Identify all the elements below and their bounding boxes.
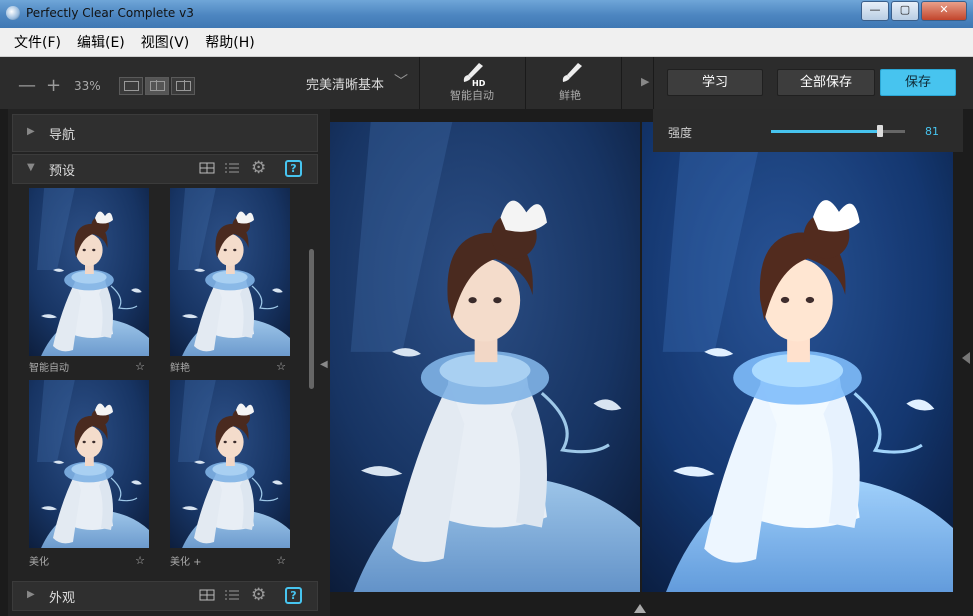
preset-label: 鲜艳 <box>170 363 190 374</box>
preset-label: 美化 <box>29 557 49 568</box>
toolbar-divider <box>419 57 420 109</box>
section-title: 导航 <box>49 128 76 143</box>
strength-value: 81 <box>925 125 939 138</box>
menu-edit[interactable]: 编辑(E) <box>77 32 125 52</box>
star-icon[interactable]: ☆ <box>135 554 145 567</box>
presets-section[interactable]: ▼ 预设 ⚙ ? <box>12 154 318 184</box>
brush-icon <box>557 61 583 87</box>
preset-caption: 鲜艳 ☆ <box>170 359 290 377</box>
menu-bar: 文件(F) 编辑(E) 视图(V) 帮助(H) <box>0 28 973 57</box>
collapse-right-icon[interactable] <box>962 352 970 364</box>
zoom-in-button[interactable]: + <box>46 75 61 96</box>
panel-scrollbar[interactable] <box>309 249 314 389</box>
tool-label: 鲜艳 <box>559 89 581 102</box>
preset-caption: 美化 + ☆ <box>170 553 290 571</box>
zoom-out-button[interactable]: — <box>18 75 36 96</box>
zoom-controls: — + 33% <box>18 75 195 96</box>
single-view-button[interactable] <box>118 76 143 95</box>
help-icon[interactable]: ? <box>285 160 303 178</box>
collapse-bottom-icon[interactable] <box>634 604 646 613</box>
tool-vivid[interactable]: 鲜艳 <box>535 61 605 103</box>
window-title: Perfectly Clear Complete v3 <box>26 6 194 20</box>
maximize-button[interactable]: ▢ <box>891 1 919 21</box>
chevron-right-icon[interactable]: ▶ <box>641 75 649 88</box>
learn-button[interactable]: 学习 <box>667 69 763 96</box>
gear-icon[interactable]: ⚙ <box>251 585 269 605</box>
list-view-icon[interactable] <box>224 587 242 605</box>
preset-thumbnail[interactable] <box>170 188 290 356</box>
menu-file[interactable]: 文件(F) <box>14 32 61 52</box>
toolbar: — + 33% 完美清晰基本 ﹀ HD 智能自动 鲜艳 ▶ 学习 全部保存 保存 <box>0 57 973 109</box>
chevron-down-icon[interactable]: ﹀ <box>394 71 408 91</box>
preset-caption: 美化 ☆ <box>29 553 149 571</box>
help-icon[interactable]: ? <box>285 587 303 605</box>
brush-hd-icon: HD <box>459 61 486 88</box>
star-icon[interactable]: ☆ <box>276 360 286 373</box>
corrected-image[interactable] <box>642 122 953 592</box>
minimize-button[interactable]: — <box>861 1 889 21</box>
preset-label: 智能自动 <box>29 363 69 374</box>
split-view-button[interactable] <box>170 76 195 95</box>
collapse-left-icon[interactable]: ◀ <box>320 359 328 370</box>
left-panel: ▶ 导航 ▼ 预设 ⚙ ? 智能自动 ☆ 鲜艳 ☆ 美化 ☆ 美化 + ☆ ◀ … <box>0 109 330 616</box>
image-compare-area <box>330 109 973 616</box>
toolbar-divider <box>653 57 654 109</box>
preset-dropdown[interactable]: 完美清晰基本 <box>306 74 384 93</box>
app-icon <box>6 6 20 20</box>
original-image[interactable] <box>330 122 640 592</box>
tool-label: 智能自动 <box>450 89 494 102</box>
save-all-button[interactable]: 全部保存 <box>777 69 875 96</box>
preset-label: 美化 + <box>170 557 202 568</box>
appearance-section[interactable]: ▶ 外观 ⚙ ? <box>12 581 318 611</box>
strength-label: 强度 <box>668 126 693 140</box>
grid-view-icon[interactable] <box>199 587 217 605</box>
close-button[interactable]: ✕ <box>921 1 967 21</box>
chevron-right-icon: ▶ <box>27 589 35 600</box>
chevron-right-icon: ▶ <box>27 126 35 137</box>
preset-caption: 智能自动 ☆ <box>29 359 149 377</box>
menu-help[interactable]: 帮助(H) <box>205 32 254 52</box>
star-icon[interactable]: ☆ <box>276 554 286 567</box>
strength-control: 强度 81 <box>653 109 963 152</box>
save-button[interactable]: 保存 <box>880 69 956 96</box>
section-title: 外观 <box>49 591 76 606</box>
window-controls: — ▢ ✕ <box>861 1 967 21</box>
navigate-section[interactable]: ▶ 导航 <box>12 114 318 152</box>
svg-text:HD: HD <box>472 79 485 87</box>
panel-edge <box>0 109 8 616</box>
list-view-icon[interactable] <box>224 160 242 178</box>
toolbar-divider <box>525 57 526 109</box>
strength-slider-handle[interactable] <box>877 125 883 137</box>
side-by-side-view-button[interactable] <box>144 76 169 95</box>
zoom-level: 33% <box>74 78 101 93</box>
gear-icon[interactable]: ⚙ <box>251 158 269 178</box>
preset-thumbnail[interactable] <box>170 380 290 548</box>
title-bar: Perfectly Clear Complete v3 — ▢ ✕ <box>0 0 973 28</box>
tool-smart-auto[interactable]: HD 智能自动 <box>437 61 507 103</box>
view-mode-group <box>118 76 195 95</box>
strength-slider[interactable] <box>771 125 905 137</box>
menu-view[interactable]: 视图(V) <box>141 32 190 52</box>
section-title: 预设 <box>49 164 76 179</box>
toolbar-divider <box>621 57 622 109</box>
strength-slider-fill <box>771 130 880 133</box>
grid-view-icon[interactable] <box>199 160 217 178</box>
chevron-down-icon: ▼ <box>27 162 35 173</box>
star-icon[interactable]: ☆ <box>135 360 145 373</box>
preset-thumbnail[interactable] <box>29 380 149 548</box>
preset-thumbnail[interactable] <box>29 188 149 356</box>
